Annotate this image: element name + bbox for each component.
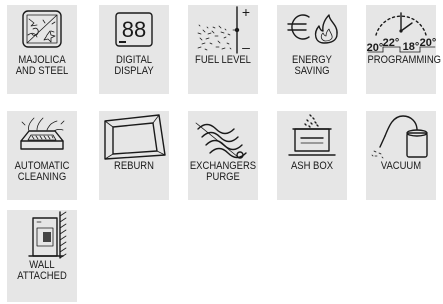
automatic-cleaning-icon — [20, 117, 65, 150]
feature-label: MAJOLICA AND STEEL — [15, 54, 69, 77]
feature-tile-digital-display: 88 DIGITAL DISPLAY — [99, 5, 169, 94]
feature-tile-ash-box: ASH BOX — [277, 111, 347, 200]
feature-tile-wall-attached: WALL ATTACHED — [7, 210, 77, 302]
feature-label: ASH BOX — [290, 160, 334, 172]
feature-label: DIGITAL DISPLAY — [114, 54, 154, 77]
minus-sign: – — [242, 39, 250, 55]
feature-label: FUEL LEVEL — [195, 54, 251, 66]
majolica-steel-icon — [22, 10, 62, 48]
feature-label: WALL ATTACHED — [17, 259, 67, 282]
reburn-icon — [104, 114, 166, 160]
energy-saving-icon — [287, 14, 338, 44]
digital-display-icon: 88 — [115, 12, 153, 47]
wall-attached-icon — [28, 211, 67, 259]
feature-tile-automatic-cleaning: AUTOMATIC CLEANING — [7, 111, 77, 200]
display-digits: 88 — [122, 17, 146, 42]
feature-label: PROGRAMMING — [367, 54, 442, 66]
feature-label: ENERGY SAVING — [292, 54, 332, 77]
feature-tile-programming: 20° 22° 18° 20° PROGRAMMING — [366, 5, 442, 94]
ash-box-icon — [288, 114, 336, 156]
programming-icon: 20° 22° 18° 20° — [367, 12, 436, 54]
feature-label: EXCHANGERS PURGE — [189, 160, 257, 183]
temp-3: 18° — [403, 41, 420, 53]
feature-tile-majolica-and-steel: MAJOLICA AND STEEL — [7, 5, 77, 94]
feature-tile-exchangers-purge: EXCHANGERS PURGE — [188, 111, 258, 200]
feature-label: REBURN — [114, 160, 154, 172]
fuel-level-icon: + – — [197, 4, 250, 55]
feature-tile-fuel-level: + – FUEL LEVEL — [188, 4, 258, 94]
feature-label: VACUUM — [380, 160, 422, 172]
feature-tile-vacuum: VACUUM — [366, 111, 436, 200]
plus-sign: + — [242, 4, 250, 20]
feature-tile-energy-saving: ENERGY SAVING — [277, 5, 347, 94]
feature-tile-reburn: REBURN — [99, 111, 169, 200]
feature-label: AUTOMATIC CLEANING — [14, 160, 70, 183]
vacuum-icon — [371, 115, 428, 159]
exchangers-purge-icon — [195, 122, 247, 159]
